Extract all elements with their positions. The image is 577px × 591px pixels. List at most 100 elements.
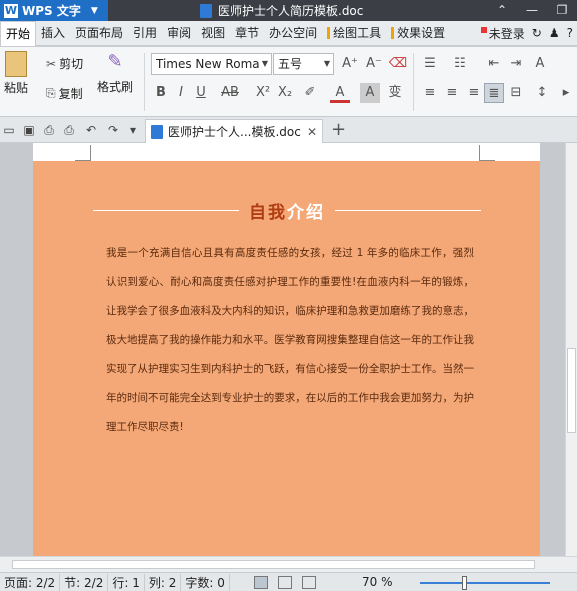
tab-effects[interactable]: 效果设置	[386, 21, 450, 46]
paste-button[interactable]: 粘贴	[4, 51, 28, 96]
status-word-count: 字数: 0	[181, 573, 230, 591]
section-title: 自我介绍	[249, 202, 325, 223]
format-painter-button[interactable]: ✎ 格式刷	[97, 51, 133, 95]
tab-page-layout[interactable]: 页面布局	[70, 21, 128, 46]
italic-icon[interactable]: I	[171, 83, 191, 103]
phonetic-icon[interactable]: 变	[385, 83, 405, 103]
bullet-list-icon[interactable]: ☰	[420, 54, 440, 74]
view-switcher	[253, 575, 316, 589]
help-icon[interactable]: ?	[567, 26, 573, 40]
status-page: 页面: 2/2	[0, 573, 61, 591]
superscript-icon[interactable]: X²	[253, 83, 273, 103]
undo-icon[interactable]: ↶	[82, 121, 100, 139]
numbered-list-icon[interactable]: ☷	[450, 54, 470, 74]
margin-corner-left	[75, 145, 91, 161]
font-size-select[interactable]: 五号 ▼	[273, 53, 334, 75]
justify-icon[interactable]: ≣	[484, 83, 504, 103]
zoom-level: 70 %	[362, 575, 393, 589]
document-tab-label: 医师护士个人...模板.doc	[168, 125, 301, 139]
shirt-icon[interactable]: ♟	[549, 26, 560, 40]
redo-icon[interactable]: ↷	[104, 121, 122, 139]
strikethrough-icon[interactable]: AB	[220, 83, 240, 103]
document-tab[interactable]: 医师护士个人...模板.doc ✕	[145, 119, 323, 143]
heading-rule-left	[93, 209, 239, 211]
document-tab-bar: ▭ ▣ ⎙ ⎙ ↶ ↷ ▾ 医师护士个人...模板.doc ✕ +	[0, 117, 577, 143]
chevron-down-icon: ▼	[90, 5, 98, 16]
login-link[interactable]: 未登录	[480, 25, 525, 42]
font-color-icon[interactable]: A	[330, 83, 350, 103]
outline-view-icon[interactable]	[277, 575, 292, 589]
horizontal-scrollbar[interactable]	[0, 556, 577, 572]
status-section: 节: 2/2	[60, 573, 109, 591]
decrease-indent-icon[interactable]: ⇤	[484, 54, 504, 74]
align-left-icon[interactable]: ≡	[420, 83, 440, 103]
tab-drawing-tools[interactable]: 绘图工具	[322, 21, 386, 46]
page-header-margin	[33, 143, 540, 161]
cut-button[interactable]: ✂ 剪切	[46, 55, 83, 72]
tab-office-space[interactable]: 办公空间	[264, 21, 322, 46]
align-center-icon[interactable]: ≡	[442, 83, 462, 103]
document-icon	[151, 124, 163, 139]
tab-insert[interactable]: 插入	[36, 21, 70, 46]
open-icon[interactable]: ▭	[0, 121, 18, 139]
section-heading: 自我介绍	[93, 199, 481, 223]
restore-icon[interactable]: ❐	[547, 0, 577, 21]
document-workspace: 自我介绍 我是一个充满自信心且具有高度责任感的女孩，经过 1 年多的临床工作，强…	[0, 143, 565, 556]
font-name-select[interactable]: Times New Roma ▼	[151, 53, 272, 75]
save-icon[interactable]: ▣	[20, 121, 38, 139]
line-spacing-icon[interactable]: ↕	[532, 83, 552, 103]
tab-review[interactable]: 审阅	[162, 21, 196, 46]
document-page[interactable]: 自我介绍 我是一个充满自信心且具有高度责任感的女孩，经过 1 年多的临床工作，强…	[33, 143, 540, 556]
vertical-scrollbar[interactable]	[565, 143, 577, 556]
more-icon[interactable]: ▸	[556, 83, 576, 103]
zoom-slider-knob[interactable]	[462, 576, 467, 590]
distribute-icon[interactable]: ⊟	[506, 83, 526, 103]
title-bar: W WPS 文字 ▼ 医师护士个人简历模板.doc ⌃ — ❐	[0, 0, 577, 21]
increase-indent-icon[interactable]: ⇥	[506, 54, 526, 74]
align-right-icon[interactable]: ≡	[464, 83, 484, 103]
subscript-icon[interactable]: X₂	[275, 83, 295, 103]
vertical-scroll-thumb[interactable]	[567, 348, 576, 433]
copy-button[interactable]: ⎘ 复制	[46, 85, 83, 102]
customize-icon[interactable]: ▾	[124, 121, 142, 139]
status-col: 列: 2	[145, 573, 182, 591]
underline-icon[interactable]: U	[191, 83, 211, 103]
minimize-icon[interactable]: —	[517, 0, 547, 21]
close-icon[interactable]: ✕	[307, 125, 317, 139]
chevron-down-icon: ▼	[323, 59, 330, 68]
grow-font-icon[interactable]: A⁺	[340, 54, 360, 74]
chevron-down-icon: ▼	[261, 59, 268, 68]
window-title-text: 医师护士个人简历模板.doc	[218, 4, 364, 18]
margin-corner-right	[479, 145, 495, 161]
clear-format-icon[interactable]: ⌫	[388, 54, 408, 74]
app-menu-button[interactable]: W WPS 文字 ▼	[0, 0, 108, 21]
sync-icon[interactable]: ↻	[532, 26, 542, 40]
print-preview-icon[interactable]: ⎙	[40, 121, 58, 139]
paste-label: 粘贴	[4, 81, 29, 95]
tab-view[interactable]: 视图	[196, 21, 230, 46]
brush-icon: ✎	[107, 51, 123, 72]
tab-references[interactable]: 引用	[128, 21, 162, 46]
char-shading-icon[interactable]: A	[360, 83, 380, 103]
ribbon-toolbar: 粘贴 ✂ 剪切 ⎘ 复制 ✎ 格式刷 Times New Roma ▼ 五号 ▼ A…	[0, 47, 577, 117]
menu-bar: 开始 插入 页面布局 引用 审阅 视图 章节 办公空间 绘图工具 效果设置 未登…	[0, 20, 577, 46]
zoom-slider[interactable]	[420, 576, 550, 590]
bold-icon[interactable]: B	[151, 83, 171, 103]
scissors-icon: ✂	[46, 56, 57, 71]
app-name: WPS 文字	[22, 4, 81, 18]
new-tab-icon[interactable]: +	[331, 120, 346, 140]
wps-logo-icon: W	[4, 3, 18, 18]
text-style-icon[interactable]: A	[530, 54, 550, 74]
document-icon	[200, 3, 212, 18]
clipboard-icon	[5, 51, 27, 77]
tab-sections[interactable]: 章节	[230, 21, 264, 46]
status-row: 行: 1	[108, 573, 145, 591]
highlight-icon[interactable]: ✐	[300, 83, 320, 103]
skin-icon[interactable]: ⌃	[487, 0, 517, 21]
print-icon[interactable]: ⎙	[60, 121, 78, 139]
web-view-icon[interactable]	[301, 575, 316, 589]
shrink-font-icon[interactable]: A⁻	[364, 54, 384, 74]
page-view-icon[interactable]	[253, 575, 268, 589]
tab-home[interactable]: 开始	[0, 20, 37, 46]
horizontal-scroll-thumb[interactable]	[12, 560, 535, 569]
